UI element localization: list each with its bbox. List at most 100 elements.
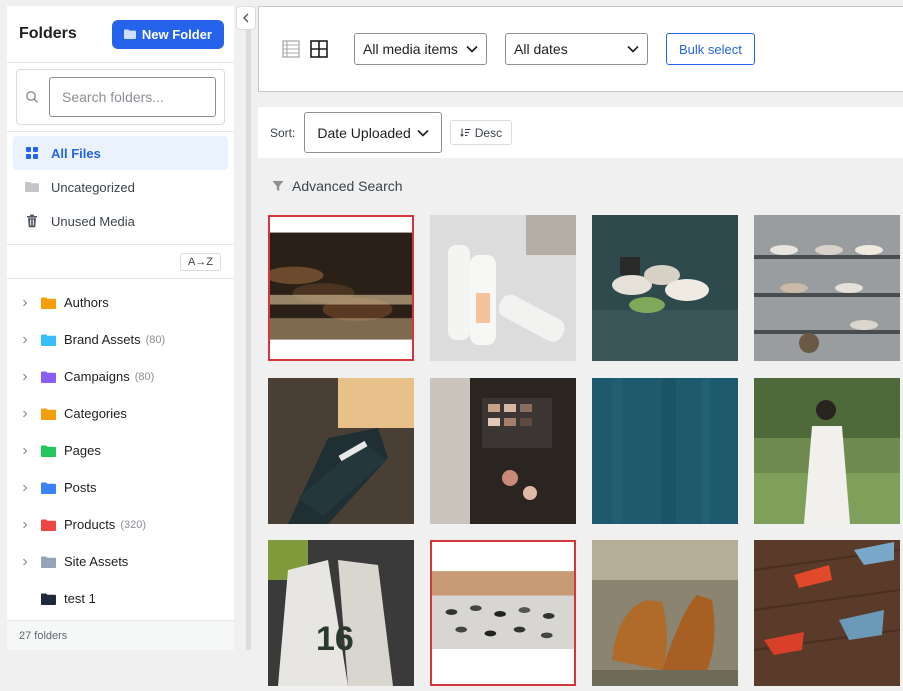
media-type-value: All media items xyxy=(363,41,458,57)
media-toolbar: All media items All dates Bulk select xyxy=(258,6,903,92)
media-thumbnail xyxy=(432,542,574,684)
folder-sort-row: A→Z xyxy=(7,245,234,279)
sort-label: Sort: xyxy=(270,125,296,140)
folder-label: Authors xyxy=(64,295,109,310)
folder-label: Site Assets xyxy=(64,554,129,569)
chevron-right-icon[interactable] xyxy=(21,373,29,381)
folder-icon xyxy=(41,408,56,420)
chevron-down-icon xyxy=(466,45,478,53)
sidebar-nav: All Files Uncategorized Unused Media xyxy=(7,132,234,245)
folder-label: test 1 xyxy=(64,591,96,606)
folder-tree: Authors Brand Assets (80) Campaigns (80) Cate… xyxy=(7,279,234,617)
bulk-select-button[interactable]: Bulk select xyxy=(666,33,755,65)
media-thumbnail xyxy=(754,378,900,524)
folder-item[interactable]: test 1 xyxy=(7,580,234,617)
folder-item[interactable]: Campaigns (80) xyxy=(7,358,234,395)
date-filter-value: All dates xyxy=(514,41,568,57)
media-thumbnail xyxy=(754,540,900,686)
media-item[interactable] xyxy=(430,215,576,361)
media-item[interactable] xyxy=(592,540,738,686)
folder-item[interactable]: Categories xyxy=(7,395,234,432)
sort-descending-icon xyxy=(459,128,471,137)
folders-sidebar: Folders New Folder Search folders... All… xyxy=(7,6,234,650)
folder-item[interactable]: Brand Assets (80) xyxy=(7,321,234,358)
sort-bar: Sort: Date Uploaded Desc xyxy=(258,107,903,158)
chevron-left-icon xyxy=(243,13,249,23)
folder-icon xyxy=(41,519,56,531)
chevron-right-icon[interactable] xyxy=(21,336,29,344)
svg-text:16: 16 xyxy=(316,620,354,658)
new-folder-label: New Folder xyxy=(141,26,212,42)
media-item[interactable] xyxy=(592,378,738,524)
folder-icon xyxy=(41,593,56,605)
sort-order-button[interactable]: Desc xyxy=(449,120,513,145)
folder-icon xyxy=(41,334,56,346)
folder-icon xyxy=(25,182,39,192)
folder-count: 27 folders xyxy=(7,620,234,650)
filter-icon xyxy=(272,181,284,191)
chevron-right-icon[interactable] xyxy=(21,558,29,566)
media-thumbnail xyxy=(270,217,412,359)
nav-label: Uncategorized xyxy=(51,179,135,195)
nav-label: All Files xyxy=(51,145,101,161)
nav-uncategorized[interactable]: Uncategorized xyxy=(13,170,228,204)
chevron-right-icon[interactable] xyxy=(21,521,29,529)
sidebar-title: Folders xyxy=(19,25,77,42)
list-view-icon[interactable] xyxy=(281,39,301,59)
nav-all-files[interactable]: All Files xyxy=(13,136,228,170)
new-folder-button[interactable]: New Folder xyxy=(111,19,224,49)
media-item[interactable] xyxy=(754,378,900,524)
media-type-filter[interactable]: All media items xyxy=(354,33,487,65)
chevron-right-icon[interactable] xyxy=(21,299,29,307)
advanced-search-toggle[interactable]: Advanced Search xyxy=(272,178,403,194)
grid-view-icon[interactable] xyxy=(309,39,329,59)
media-item[interactable]: 16 xyxy=(268,540,414,686)
media-item[interactable] xyxy=(430,378,576,524)
chevron-right-icon[interactable] xyxy=(21,447,29,455)
media-thumbnail xyxy=(592,215,738,361)
date-filter[interactable]: All dates xyxy=(505,33,648,65)
sort-az-button[interactable]: A→Z xyxy=(179,252,221,271)
trash-icon xyxy=(27,214,37,228)
folder-item[interactable]: Products (320) xyxy=(7,506,234,543)
chevron-down-icon xyxy=(417,129,429,137)
folder-label: Brand Assets xyxy=(64,332,141,347)
media-item[interactable] xyxy=(268,215,414,361)
chevron-right-icon[interactable] xyxy=(21,410,29,418)
folder-count-badge: (320) xyxy=(120,518,146,531)
sort-select[interactable]: Date Uploaded xyxy=(304,112,442,153)
grid-icon xyxy=(26,147,38,159)
sort-order-label: Desc xyxy=(474,125,503,140)
chevron-right-icon[interactable] xyxy=(21,484,29,492)
resize-handle[interactable] xyxy=(246,30,251,650)
folder-icon xyxy=(41,482,56,494)
folder-item[interactable]: Pages xyxy=(7,432,234,469)
collapse-sidebar-button[interactable] xyxy=(236,6,256,30)
folder-icon xyxy=(41,445,56,457)
folder-label: Posts xyxy=(64,480,97,495)
search-folders-input[interactable]: Search folders... xyxy=(49,77,216,117)
folder-icon xyxy=(41,297,56,309)
media-thumbnail xyxy=(754,215,900,361)
folder-icon xyxy=(41,371,56,383)
folder-item[interactable]: Site Assets xyxy=(7,543,234,580)
folder-plus-icon xyxy=(123,29,136,39)
media-thumbnail xyxy=(592,378,738,524)
nav-unused-media[interactable]: Unused Media xyxy=(13,204,228,238)
sidebar-header: Folders New Folder xyxy=(7,6,234,63)
media-item[interactable] xyxy=(592,215,738,361)
folder-label: Categories xyxy=(64,406,127,421)
media-item[interactable] xyxy=(754,215,900,361)
search-panel: Search folders... xyxy=(7,63,234,132)
advanced-search-label: Advanced Search xyxy=(292,178,403,194)
search-icon xyxy=(26,91,38,103)
media-item[interactable] xyxy=(268,378,414,524)
folder-item[interactable]: Authors xyxy=(7,284,234,321)
media-thumbnail: 16 xyxy=(268,540,414,686)
folder-count-badge: (80) xyxy=(134,370,155,383)
folder-count-badge: (80) xyxy=(145,333,166,346)
folder-item[interactable]: Posts xyxy=(7,469,234,506)
media-item[interactable] xyxy=(754,540,900,686)
media-item[interactable] xyxy=(430,540,576,686)
media-thumbnail xyxy=(268,378,414,524)
